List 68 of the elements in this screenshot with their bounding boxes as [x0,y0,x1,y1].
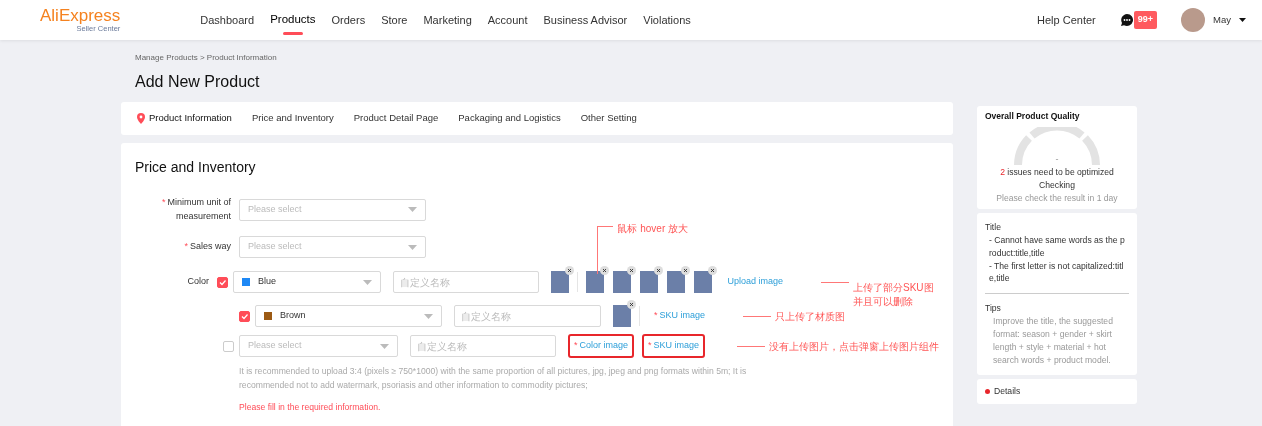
status-dot [985,388,990,394]
location-pin-icon [137,113,145,124]
nav-tab[interactable]: Products [262,0,324,40]
dropdown-caret-icon [379,343,389,349]
nav-tab[interactable]: Dashboard [192,0,263,40]
avatar[interactable] [1181,8,1206,32]
color-select[interactable]: Brown [255,305,442,327]
card-title: Overall Product Quality [985,110,1081,123]
status-text: Checking [1038,179,1076,193]
name-input[interactable]: 自定义名称 [393,271,540,293]
section-title: Price and Inventory [135,158,257,177]
close-icon[interactable] [565,266,575,275]
annotation: 鼠标 hover 放大 [617,222,689,236]
hint-text: It is recommended to upload 3:4 (pixels ≥ 750*1000) with the same proportion of all pictures, jpg, jpeg and png formats within 5m; It is recommended not to add watermark, psoriasis and other information to commodity pictures; [239,365,748,392]
checkbox[interactable] [223,340,235,352]
user-name[interactable]: May [1213,12,1231,28]
color-select[interactable]: Blue [233,271,382,293]
page-title: Add New Product [135,72,261,92]
close-icon[interactable] [681,266,691,275]
advice-item: - Cannot have same words as the product:title,title [988,233,1126,260]
leader-line [737,345,765,347]
leader-line [597,226,614,274]
close-icon[interactable] [708,266,718,275]
annotation: 上传了部分SKU图并且可以删除 [853,281,935,309]
field-label: * Sales way [183,240,231,254]
section-tab[interactable]: Other Setting [580,111,637,126]
name-input[interactable]: 自定义名称 [454,305,601,327]
section-tab[interactable]: Product Detail Page [353,111,439,126]
dropdown-caret-icon [363,279,373,285]
close-icon[interactable] [627,300,636,309]
message-count-badge: 99+ [1133,11,1158,29]
close-icon[interactable] [600,266,610,275]
checkbox[interactable] [217,276,229,288]
name-input[interactable]: 自定义名称 [409,335,556,357]
close-icon[interactable] [654,266,664,275]
dropdown-caret-icon [424,313,433,319]
nav-tab[interactable]: Orders [323,0,374,40]
annotation: 只上传了材质图 [775,309,846,324]
checkbox[interactable] [239,310,250,322]
field-label: Color [186,275,210,289]
dropdown-caret-icon [408,244,417,250]
caret-icon[interactable] [1239,18,1246,22]
tips-heading: Tips [985,302,1002,316]
leader-line [743,315,772,317]
quality-score: - [1054,152,1060,166]
annotation: 没有上传图片，点击弹窗上传图片组件 [769,339,939,354]
nav-tab[interactable]: Marketing [415,0,480,40]
hint-text: Please check the result in 1 day [995,192,1119,205]
advice-heading: Title [985,220,1002,234]
advice-item: - The first letter is not capitalized:title,title [988,259,1125,286]
issues-text: 2 issues need to be optimized [999,166,1115,180]
leader-line [821,281,849,283]
tips-text: Improve the title, the suggested format: season + gender + skirt length + style + material + hot search words + product model. [992,315,1114,367]
section-tab[interactable]: Packaging and Logistics [458,111,561,126]
nav-tab[interactable]: Store [373,0,416,40]
error-message: Please fill in the required information. [239,400,382,414]
help-center-link[interactable]: Help Center [1029,0,1104,40]
nav-tab[interactable]: Business Advisor [535,0,636,40]
details-link[interactable]: Details [994,384,1021,398]
section-tab[interactable]: Product Information [137,111,232,126]
close-icon[interactable] [627,266,637,275]
nav-tab[interactable]: Account [479,0,536,40]
chat-icon[interactable] [1119,13,1134,27]
breadcrumb: Manage Products > Product Information [135,52,278,64]
nav-tab[interactable]: Violations [635,0,699,40]
field-label: * Minimum unit of measurement [160,196,231,223]
section-tab[interactable]: Price and Inventory [251,111,334,126]
dropdown-caret-icon [408,207,417,212]
